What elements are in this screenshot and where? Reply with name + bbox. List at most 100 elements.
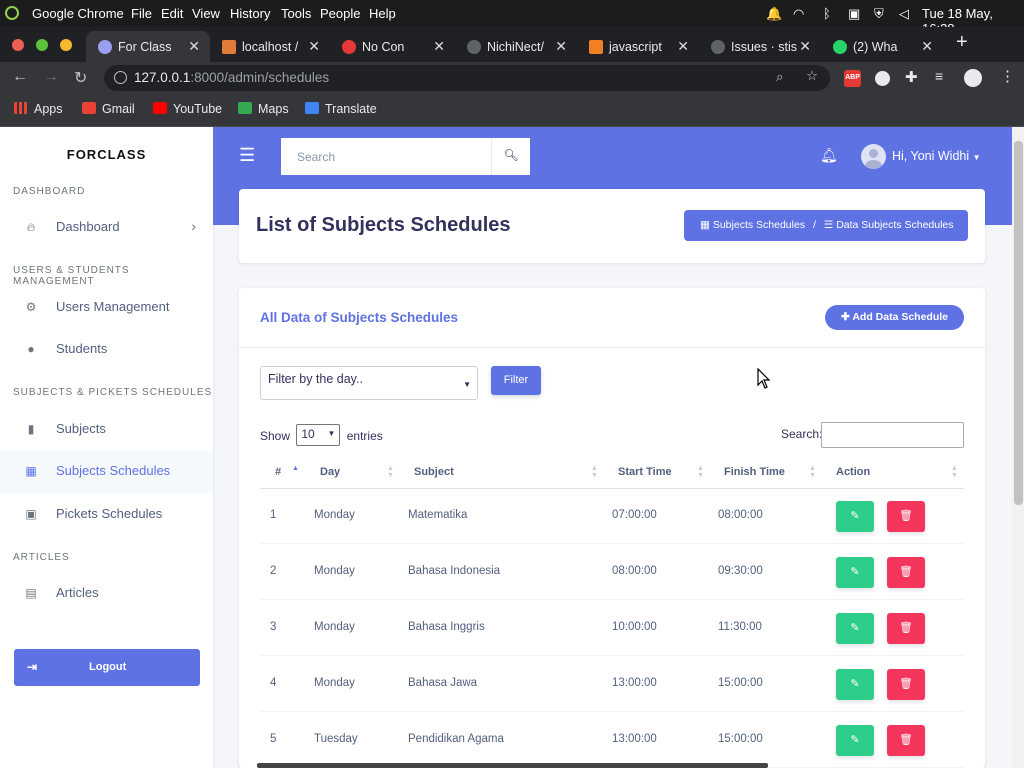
bookmark-youtube[interactable]: YouTube: [153, 102, 222, 116]
adblock-icon[interactable]: ABP: [844, 70, 861, 87]
tab-nichinect[interactable]: NichiNect/ ✕: [455, 31, 577, 62]
breadcrumb-subjects-schedules[interactable]: Subjects Schedules: [713, 219, 805, 231]
edit-icon: ✎: [850, 734, 860, 746]
user-menu[interactable]: Hi, Yoni Widhi ▼: [892, 149, 981, 163]
sidebar-item-students[interactable]: ● Students: [0, 329, 213, 369]
entries-length-control: Show 10 ▼ entries: [260, 424, 383, 448]
add-data-schedule-button[interactable]: ✚ Add Data Schedule: [825, 305, 964, 330]
sidebar-item-users-management[interactable]: ⚙ Users Management: [0, 287, 213, 327]
bookmark-translate[interactable]: Translate: [305, 102, 377, 116]
card-header: All Data of Subjects Schedules ✚ Add Dat…: [239, 288, 985, 348]
filter-button[interactable]: Filter: [491, 366, 541, 395]
entries-select[interactable]: 10 ▼: [296, 424, 341, 446]
gmail-icon: [82, 102, 96, 114]
search-icon[interactable]: 🔍︎: [491, 138, 530, 175]
logout-button[interactable]: ⇥ Logout: [14, 649, 200, 686]
shield-icon[interactable]: ⛨: [874, 6, 884, 22]
close-icon[interactable]: ✕: [188, 38, 200, 55]
notification-bell-icon[interactable]: 🔔︎: [820, 147, 838, 164]
delete-button[interactable]: 🗑︎: [887, 557, 925, 588]
column-header-subject[interactable]: Subject: [414, 466, 454, 478]
sidebar-item-subjects-schedules[interactable]: ▦ Subjects Schedules: [0, 451, 213, 493]
edit-button[interactable]: ✎: [836, 613, 874, 644]
sidebar-item-subjects[interactable]: ▮ Subjects: [0, 409, 213, 449]
menu-tools[interactable]: Tools: [281, 6, 311, 21]
bookmark-gmail[interactable]: Gmail: [82, 102, 135, 116]
column-header-day[interactable]: Day: [320, 466, 340, 478]
avatar[interactable]: [861, 144, 886, 169]
column-header-start-time[interactable]: Start Time: [618, 466, 672, 478]
menu-edit[interactable]: Edit: [161, 6, 183, 21]
close-icon[interactable]: ✕: [799, 38, 811, 55]
address-bar-row: ← → ↻ 127.0.0.1:8000/admin/schedules ⌕ ☆…: [0, 62, 1024, 94]
menu-view[interactable]: View: [192, 6, 220, 21]
column-header-no[interactable]: #: [275, 466, 281, 478]
close-icon[interactable]: ✕: [555, 38, 567, 55]
tab-javascript[interactable]: javascript ✕: [577, 31, 699, 62]
github-icon: [467, 40, 481, 54]
linux-mint-icon[interactable]: [5, 6, 19, 20]
delete-button[interactable]: 🗑︎: [887, 725, 925, 756]
hamburger-menu-icon[interactable]: ☰: [239, 145, 255, 166]
extension-icon[interactable]: [875, 71, 890, 86]
menu-history[interactable]: History: [230, 6, 270, 21]
close-icon[interactable]: ✕: [677, 38, 689, 55]
sidebar-item-dashboard[interactable]: 🔥︎ Dashboard ›: [0, 207, 213, 247]
puzzle-extensions-icon[interactable]: ✚: [905, 68, 918, 86]
edit-button[interactable]: ✎: [836, 725, 874, 756]
site-info-icon[interactable]: [114, 71, 127, 84]
wifi-icon[interactable]: ◠: [793, 6, 804, 22]
day-filter-select[interactable]: Filter by the day.. ▼: [260, 366, 478, 400]
edit-button[interactable]: ✎: [836, 557, 874, 588]
delete-button[interactable]: 🗑︎: [887, 501, 925, 532]
edit-button[interactable]: ✎: [836, 669, 874, 700]
delete-button[interactable]: 🗑︎: [887, 613, 925, 644]
bluetooth-icon[interactable]: ᛒ: [823, 6, 831, 21]
tab-issues[interactable]: Issues · stis ✕: [699, 31, 821, 62]
trash-icon: 🗑︎: [899, 566, 913, 578]
close-icon[interactable]: ✕: [921, 38, 933, 55]
bookmark-apps[interactable]: Apps: [14, 102, 63, 116]
clipboard-icon[interactable]: ▣: [848, 6, 860, 22]
file-icon: ▤: [25, 586, 37, 600]
zoom-icon[interactable]: ⌕: [776, 69, 784, 85]
profile-avatar-icon[interactable]: [964, 69, 982, 87]
bookmark-maps[interactable]: Maps: [238, 102, 289, 116]
header-search-input[interactable]: Search: [281, 138, 491, 175]
translate-icon: [305, 102, 319, 114]
table-search-input[interactable]: [821, 422, 964, 448]
menu-app-name[interactable]: Google Chrome: [32, 6, 124, 21]
window-maximize-icon[interactable]: [36, 39, 48, 51]
menu-help[interactable]: Help: [369, 6, 396, 21]
close-icon[interactable]: ✕: [433, 38, 445, 55]
window-minimize-icon[interactable]: [60, 39, 72, 51]
media-queue-icon[interactable]: ≡: [935, 68, 943, 84]
reload-icon[interactable]: ↻: [74, 68, 87, 88]
browser-menu-icon[interactable]: ⋮: [1000, 67, 1015, 85]
vertical-scrollbar-thumb[interactable]: [1014, 141, 1023, 505]
menu-people[interactable]: People: [320, 6, 360, 21]
column-header-action[interactable]: Action: [836, 466, 870, 478]
menu-file[interactable]: File: [131, 6, 152, 21]
back-arrow-icon[interactable]: ←: [12, 68, 28, 86]
delete-button[interactable]: 🗑︎: [887, 669, 925, 700]
tab-localhost[interactable]: localhost / ✕: [210, 31, 330, 62]
notification-bell-icon[interactable]: 🔔: [766, 6, 782, 22]
column-header-finish-time[interactable]: Finish Time: [724, 466, 785, 478]
tab-no-con[interactable]: No Con ✕: [330, 31, 455, 62]
edit-button[interactable]: ✎: [836, 501, 874, 532]
forward-arrow-icon[interactable]: →: [43, 68, 59, 86]
tab-for-class[interactable]: For Class ✕: [86, 31, 210, 62]
tab-whatsapp[interactable]: (2) Wha ✕: [821, 31, 943, 62]
volume-icon[interactable]: ◁: [899, 6, 909, 22]
horizontal-scrollbar-thumb[interactable]: [257, 763, 768, 768]
window-close-icon[interactable]: [12, 39, 24, 51]
sidebar-item-pickets-schedules[interactable]: ▣ Pickets Schedules: [0, 494, 213, 534]
new-tab-plus-icon[interactable]: +: [956, 31, 968, 54]
bookmark-star-icon[interactable]: ☆: [806, 68, 818, 84]
url-bar[interactable]: 127.0.0.1:8000/admin/schedules ⌕ ☆: [104, 65, 830, 91]
brand-logo[interactable]: FORCLASS: [0, 147, 213, 162]
cell-finish-time: 09:30:00: [718, 565, 763, 577]
sidebar-item-articles[interactable]: ▤ Articles: [0, 573, 213, 613]
close-icon[interactable]: ✕: [308, 38, 320, 55]
